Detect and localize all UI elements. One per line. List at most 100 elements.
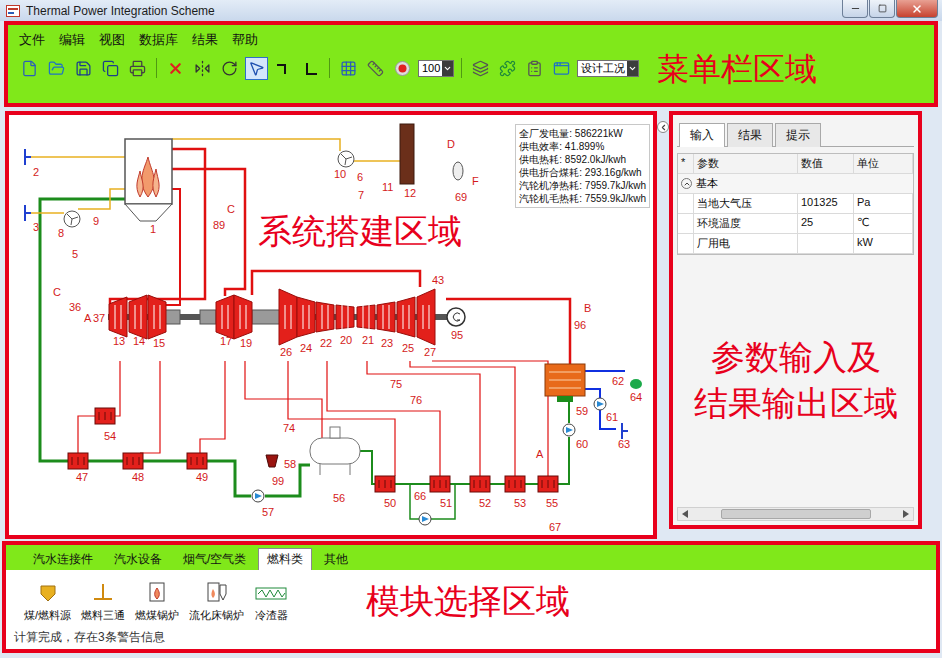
heater[interactable]: [430, 476, 450, 492]
pipe[interactable]: [115, 361, 120, 416]
label-node[interactable]: 96: [574, 319, 586, 331]
toolbar-button[interactable]: [364, 57, 387, 80]
pump-node[interactable]: 57: [252, 490, 274, 518]
label-node[interactable]: 66: [414, 490, 426, 502]
heater[interactable]: [187, 453, 207, 469]
toolbar-dropdown[interactable]: 100: [418, 60, 454, 77]
pump-node[interactable]: [419, 513, 431, 525]
pipe[interactable]: [432, 361, 548, 476]
port-node[interactable]: D: [447, 138, 455, 150]
module-item[interactable]: 流化床锅炉: [187, 580, 246, 623]
label-node[interactable]: 36: [69, 301, 81, 313]
label-node[interactable]: 59: [576, 405, 588, 417]
label-node[interactable]: 74: [283, 422, 295, 434]
pump-node[interactable]: 60: [563, 424, 588, 450]
pipe[interactable]: [490, 483, 505, 485]
heater[interactable]: [123, 453, 143, 469]
turbine[interactable]: [316, 302, 334, 332]
minimize-button[interactable]: [842, 0, 868, 18]
pipe[interactable]: [367, 361, 480, 476]
condenser-node[interactable]: [545, 364, 585, 402]
flag-node[interactable]: 64: [630, 379, 642, 403]
fan-node[interactable]: 8: [58, 211, 80, 239]
pump[interactable]: [252, 490, 264, 502]
pump-node[interactable]: 61: [594, 398, 618, 423]
pipe[interactable]: [143, 460, 187, 463]
source[interactable]: [25, 205, 31, 221]
toolbar-button[interactable]: [18, 57, 41, 80]
toolbar-button[interactable]: [337, 57, 360, 80]
heater[interactable]: [470, 476, 490, 492]
module-item[interactable]: 冷渣器: [252, 580, 290, 623]
pipe[interactable]: [446, 299, 570, 364]
module-tab[interactable]: 其他: [315, 548, 357, 570]
label-node[interactable]: 75: [390, 378, 402, 390]
generator[interactable]: [447, 308, 465, 326]
label-node[interactable]: 37: [93, 312, 105, 324]
turbine[interactable]: [234, 295, 252, 339]
boiler[interactable]: [125, 139, 172, 221]
turbine[interactable]: [216, 295, 234, 339]
pipe[interactable]: [207, 461, 251, 496]
menu-item[interactable]: 编辑: [58, 32, 86, 49]
pipe[interactable]: [172, 139, 340, 151]
turbine[interactable]: [397, 297, 415, 337]
port-node[interactable]: C: [53, 286, 61, 298]
heater-node[interactable]: 49: [187, 453, 208, 483]
pipe[interactable]: [88, 460, 123, 463]
toolbar-button[interactable]: [191, 57, 214, 80]
label-node[interactable]: 7: [358, 189, 364, 201]
module-tab[interactable]: 烟气/空气类: [174, 548, 255, 570]
scroll-track[interactable]: [692, 508, 899, 520]
heater[interactable]: [95, 408, 115, 424]
heater-node[interactable]: 55: [538, 476, 558, 509]
heater[interactable]: [505, 476, 525, 492]
scroll-left[interactable]: [678, 508, 692, 520]
param-value[interactable]: 25: [798, 214, 854, 234]
module-item[interactable]: 燃料三通: [79, 580, 127, 623]
turbine[interactable]: [417, 289, 435, 345]
pipe[interactable]: [30, 212, 64, 214]
boiler-node[interactable]: 1: [125, 139, 172, 235]
module-item[interactable]: 煤/燃料源: [22, 580, 73, 623]
collapse-button[interactable]: [657, 121, 669, 133]
toolbar-button[interactable]: [99, 57, 122, 80]
turbine-node[interactable]: 23: [377, 302, 395, 349]
source-node[interactable]: 3: [25, 205, 39, 233]
heater[interactable]: [538, 476, 558, 492]
heater-node[interactable]: 50: [375, 476, 396, 509]
turbine[interactable]: [357, 305, 375, 329]
heater[interactable]: [68, 453, 88, 469]
toolbar-button[interactable]: [245, 57, 268, 80]
pipe[interactable]: [360, 451, 375, 484]
port-node[interactable]: A: [536, 448, 544, 460]
turbine-node[interactable]: 27: [417, 289, 436, 358]
label-node[interactable]: 89: [213, 219, 225, 231]
module-tab[interactable]: 汽水设备: [105, 548, 171, 570]
fan-node[interactable]: 10: [334, 151, 354, 180]
toolbar-button[interactable]: [550, 57, 573, 80]
tank-node[interactable]: 69: [453, 162, 467, 203]
turbine-node[interactable]: 24: [297, 297, 315, 354]
pipe[interactable]: [78, 189, 125, 209]
label-node[interactable]: 67: [549, 521, 561, 533]
pipe[interactable]: [354, 160, 400, 162]
heater[interactable]: [375, 476, 395, 492]
maximize-button[interactable]: [869, 0, 895, 18]
port-node[interactable]: B: [584, 302, 591, 314]
menu-item[interactable]: 文件: [18, 32, 46, 49]
toolbar-button[interactable]: [218, 57, 241, 80]
pipe[interactable]: [410, 361, 515, 476]
fan[interactable]: [64, 211, 80, 227]
source-node[interactable]: 63: [618, 423, 630, 450]
port-node[interactable]: F: [472, 175, 479, 187]
pipe[interactable]: [288, 361, 395, 476]
toolbar-button[interactable]: [299, 57, 322, 80]
module-item[interactable]: 燃煤锅炉: [133, 580, 181, 623]
pipe[interactable]: [30, 156, 125, 158]
turbine[interactable]: [377, 302, 395, 332]
label-node[interactable]: 62: [612, 375, 624, 387]
pipe[interactable]: [585, 389, 616, 429]
toolbar-button[interactable]: [45, 57, 68, 80]
pipe[interactable]: [200, 361, 225, 453]
